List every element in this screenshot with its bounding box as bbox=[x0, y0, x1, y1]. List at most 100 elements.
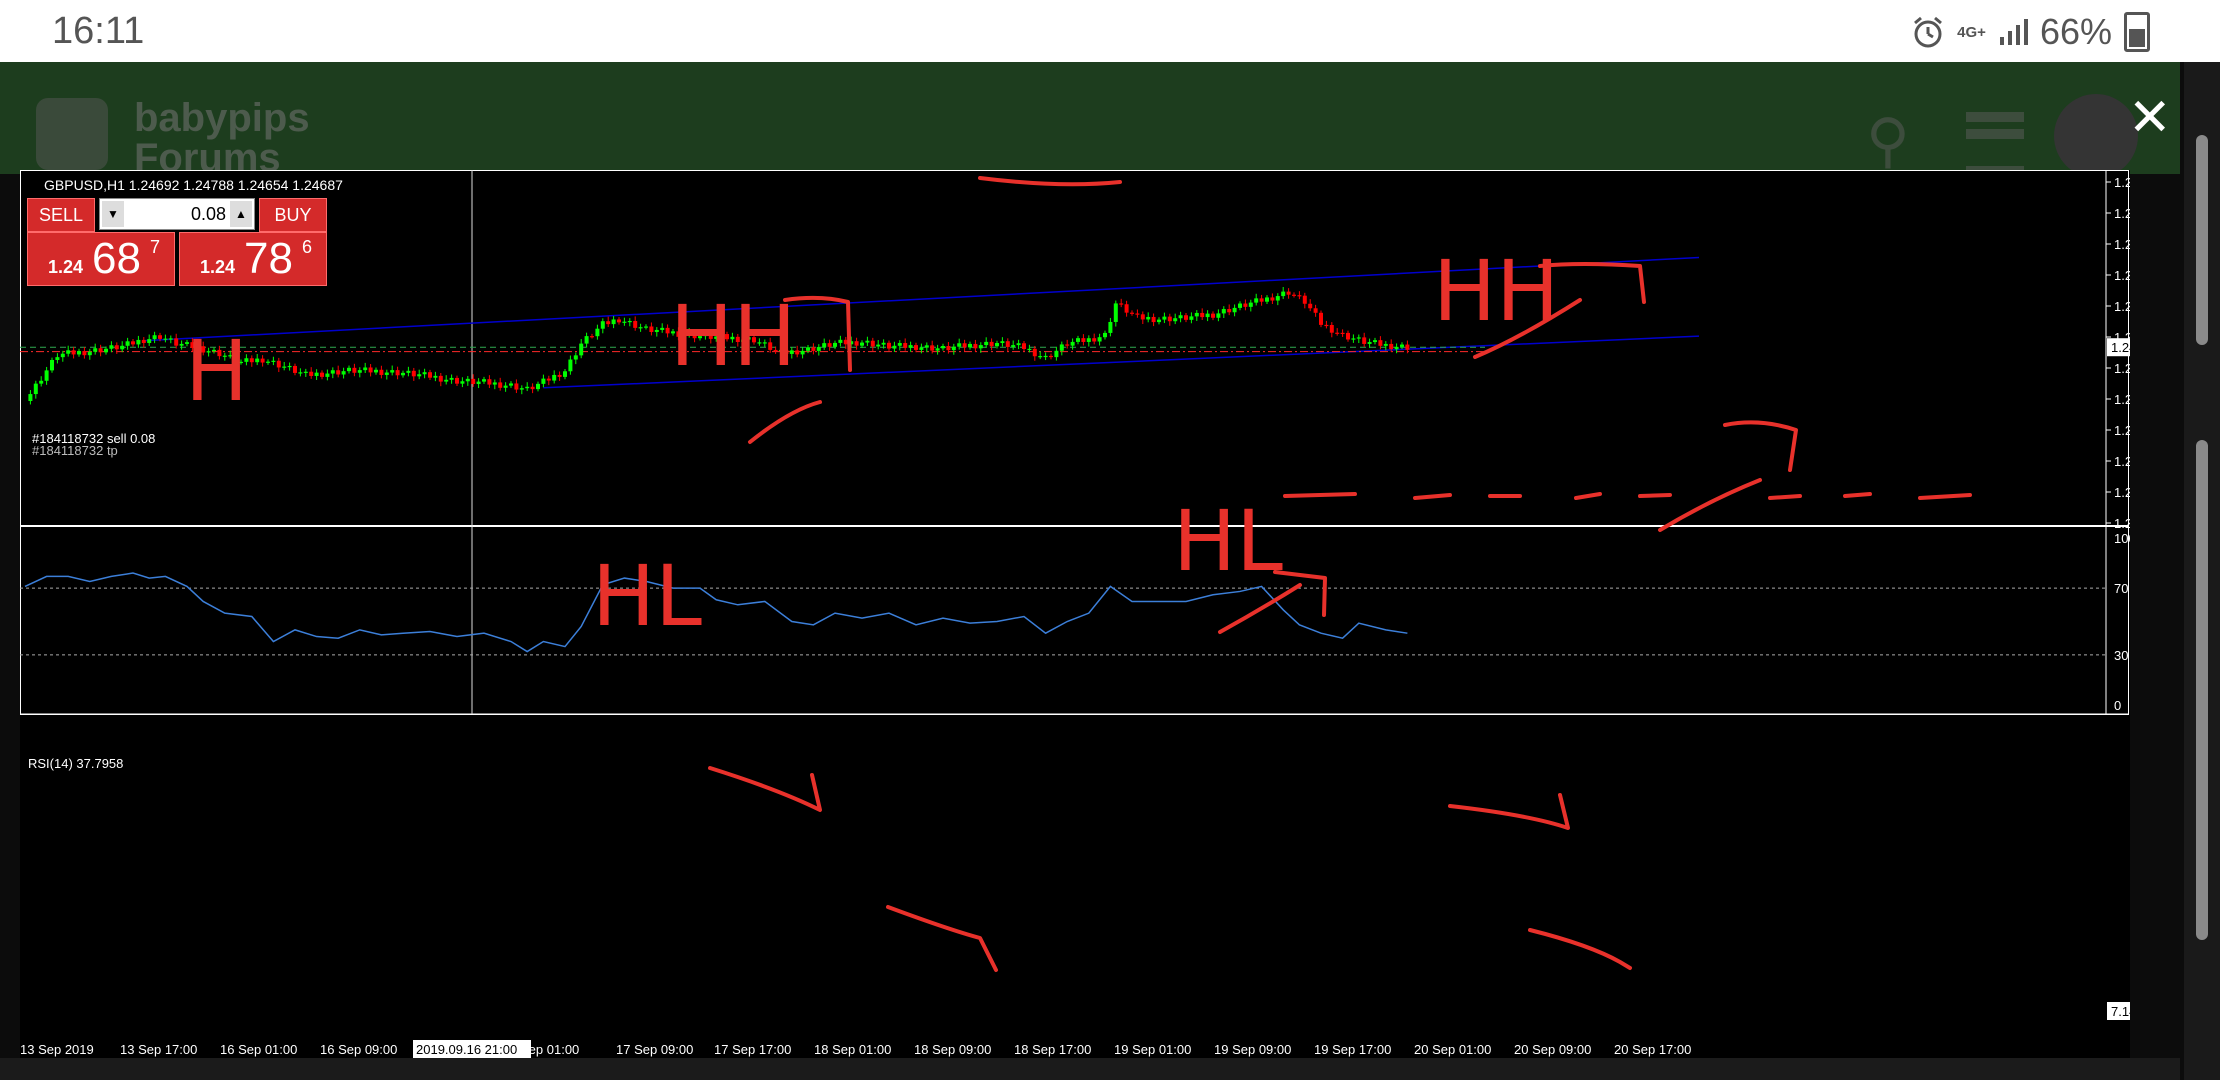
candle-body bbox=[282, 366, 287, 368]
support-arrow-head bbox=[1723, 420, 1798, 472]
candle-body bbox=[390, 370, 395, 373]
candle-body bbox=[314, 372, 319, 376]
buy-price[interactable]: 1.24 78 6 bbox=[179, 232, 327, 286]
candle-body bbox=[428, 372, 432, 378]
candle-body bbox=[1049, 355, 1053, 358]
candle-body bbox=[33, 383, 38, 395]
candle-body bbox=[1373, 340, 1377, 343]
candle-body bbox=[1270, 297, 1275, 301]
one-click-trading-panel: SELL ▼ 0.08 ▲ BUY 1.24 68 7 1.24 78 6 bbox=[27, 198, 327, 286]
sell-price-big: 68 bbox=[92, 234, 141, 283]
candle-body bbox=[1097, 337, 1102, 342]
time-tick-label: 20 Sep 01:00 bbox=[1414, 1042, 1491, 1057]
search-icon[interactable]: ⚲ bbox=[1866, 106, 1910, 176]
candle-body bbox=[800, 350, 805, 355]
candle-body bbox=[498, 382, 503, 388]
rsi-tick-label: 30 bbox=[2114, 648, 2128, 663]
lot-size-value[interactable]: 0.08 bbox=[128, 199, 226, 229]
time-tick-label: 16 Sep 01:00 bbox=[220, 1042, 297, 1057]
candle-body bbox=[1324, 324, 1329, 327]
candle-body bbox=[163, 338, 168, 340]
candle-body bbox=[627, 320, 632, 323]
support-dash bbox=[1413, 493, 1452, 500]
avatar[interactable] bbox=[2054, 94, 2138, 178]
candle-body bbox=[82, 351, 87, 356]
candle-body bbox=[368, 367, 373, 373]
candle-body bbox=[1162, 316, 1167, 320]
candle-body bbox=[887, 342, 891, 349]
candle-body bbox=[136, 339, 141, 345]
sell-price-sup: 7 bbox=[150, 237, 161, 257]
buy-button[interactable]: BUY bbox=[259, 198, 327, 232]
candle-body bbox=[1005, 341, 1010, 347]
candle-body bbox=[1362, 337, 1367, 344]
chart-window[interactable]: 1.275651.270251.264851.259451.254051.248… bbox=[20, 170, 2130, 1058]
scrollbar-thumb[interactable] bbox=[2196, 440, 2208, 940]
support-dash bbox=[1918, 493, 1972, 500]
candle-body bbox=[536, 383, 540, 390]
candle-body bbox=[622, 321, 627, 323]
candle-body bbox=[347, 367, 351, 372]
rsi-arrow-3 bbox=[1448, 793, 1570, 830]
candle-body bbox=[336, 370, 341, 375]
candle-body bbox=[1194, 312, 1199, 317]
candle-body bbox=[541, 378, 546, 384]
candle-body bbox=[476, 381, 481, 385]
candle-body bbox=[1254, 298, 1259, 303]
candle-body bbox=[1259, 298, 1264, 302]
time-tick-label: 13 Sep 17:00 bbox=[120, 1042, 197, 1057]
lot-decrease-icon[interactable]: ▼ bbox=[102, 201, 124, 227]
candle-body bbox=[1054, 350, 1059, 358]
candle-body bbox=[833, 342, 837, 347]
candle-body bbox=[1281, 291, 1286, 297]
candle-body bbox=[935, 348, 940, 351]
candle-body bbox=[1243, 303, 1248, 307]
status-icons: 4G+ 66% bbox=[1911, 10, 2150, 54]
rsi-label: RSI(14) 37.7958 bbox=[28, 756, 123, 771]
time-tick-label: 20 Sep 17:00 bbox=[1614, 1042, 1691, 1057]
home-icon[interactable] bbox=[36, 98, 108, 170]
candle-body bbox=[914, 345, 918, 350]
candle-body bbox=[1027, 348, 1032, 351]
time-tick-label: 20 Sep 09:00 bbox=[1514, 1042, 1591, 1057]
candle-body bbox=[266, 361, 270, 363]
rsi-bottom-value: 7.1429 bbox=[2111, 1004, 2130, 1019]
chart-canvas[interactable]: 1.275651.270251.264851.259451.254051.248… bbox=[20, 170, 2130, 1058]
lot-size-stepper[interactable]: ▼ 0.08 ▲ bbox=[99, 198, 255, 230]
battery-percent: 66% bbox=[2039, 11, 2112, 52]
candle-body bbox=[1065, 344, 1070, 346]
candle-body bbox=[503, 385, 508, 388]
rsi-arrow-4 bbox=[1528, 928, 1632, 970]
candle-body bbox=[1297, 295, 1302, 297]
candle-body bbox=[125, 341, 130, 346]
candle-body bbox=[309, 371, 314, 376]
candle-body bbox=[1086, 338, 1091, 342]
candle-body bbox=[50, 359, 54, 371]
rsi-tick-label: 0 bbox=[2114, 698, 2121, 713]
menu-icon[interactable] bbox=[1966, 112, 2024, 176]
sell-button[interactable]: SELL bbox=[27, 198, 95, 232]
candle-body bbox=[320, 372, 324, 377]
close-icon[interactable]: ✕ bbox=[2128, 92, 2172, 144]
scrollbar-thumb-top[interactable] bbox=[2196, 135, 2208, 345]
candle-body bbox=[1389, 343, 1394, 350]
sell-price[interactable]: 1.24 68 7 bbox=[27, 232, 175, 286]
candle-body bbox=[995, 343, 999, 347]
candle-body bbox=[39, 380, 44, 384]
rsi-arrow-1 bbox=[708, 766, 822, 812]
candle-body bbox=[1032, 348, 1037, 357]
candle-body bbox=[28, 394, 33, 402]
candle-body bbox=[455, 377, 459, 384]
lot-increase-icon[interactable]: ▲ bbox=[230, 201, 252, 227]
candle-body bbox=[1151, 316, 1156, 323]
candle-body bbox=[951, 346, 956, 351]
brand-line1: babypips bbox=[134, 96, 310, 140]
candle-body bbox=[973, 343, 978, 349]
alarm-icon bbox=[1914, 16, 1943, 48]
candle-body bbox=[1043, 355, 1048, 358]
ann-hh-1: HH bbox=[670, 287, 796, 385]
candle-body bbox=[638, 327, 643, 329]
buy-price-prefix: 1.24 bbox=[200, 257, 236, 277]
candle-body bbox=[584, 336, 589, 344]
price-tick-label: 1.27025 bbox=[2114, 206, 2130, 221]
